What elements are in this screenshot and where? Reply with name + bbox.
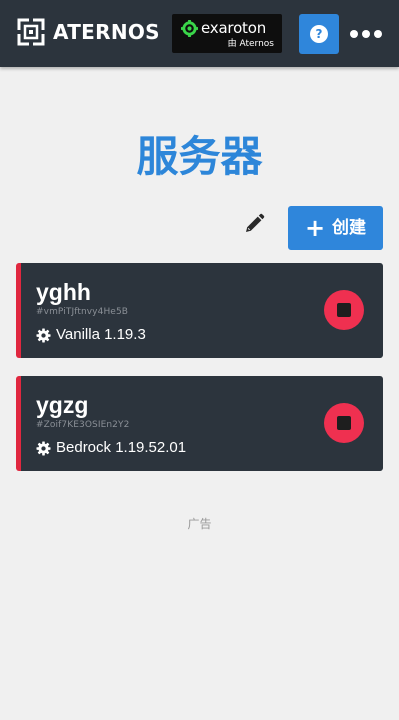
more-icon-dot — [362, 30, 370, 38]
create-label: 创建 — [332, 218, 367, 238]
more-icon-dot — [350, 30, 358, 38]
exaroton-partner-badge[interactable]: exaroton 由 Aternos — [172, 14, 282, 53]
create-server-button[interactable]: + 创建 — [288, 206, 383, 250]
exaroton-logo-icon — [181, 19, 198, 37]
pencil-icon — [246, 213, 265, 232]
server-name: ygzg — [36, 392, 89, 418]
gear-icon — [36, 440, 51, 456]
server-card[interactable]: ygzg #Zoif7KE3OSIEn2Y2 Bedrock 1.19.52.0… — [16, 376, 383, 471]
top-navigation-bar: ATERNOS exaroton 由 Aternos ? — [0, 0, 399, 67]
stop-server-button[interactable] — [324, 290, 364, 330]
server-name: yghh — [36, 279, 91, 305]
software-version: Bedrock 1.19.52.01 — [56, 439, 187, 456]
partner-subtitle: 由 Aternos — [227, 39, 274, 49]
server-software: Bedrock 1.19.52.01 — [36, 439, 186, 457]
help-button[interactable]: ? — [299, 14, 339, 54]
stop-server-button[interactable] — [324, 403, 364, 443]
server-software: Vanilla 1.19.3 — [36, 326, 146, 344]
aternos-logo[interactable]: ATERNOS — [17, 18, 160, 46]
partner-name: exaroton — [201, 19, 267, 37]
server-card[interactable]: yghh #vmPiTJftnvy4He5B Vanilla 1.19.3 — [16, 263, 383, 358]
plus-icon: + — [304, 214, 326, 242]
stop-icon — [337, 303, 351, 317]
server-id: #vmPiTJftnvy4He5B — [36, 307, 129, 317]
server-id: #Zoif7KE3OSIEn2Y2 — [36, 420, 130, 430]
edit-button[interactable] — [240, 210, 268, 238]
brand-name: ATERNOS — [53, 20, 160, 44]
page-title: 服务器 — [136, 132, 263, 181]
gear-icon — [36, 327, 51, 343]
aternos-logo-icon — [17, 18, 45, 46]
stop-icon — [337, 416, 351, 430]
more-icon-dot — [374, 30, 382, 38]
software-version: Vanilla 1.19.3 — [56, 326, 146, 343]
more-menu-button[interactable] — [346, 22, 386, 46]
question-icon: ? — [310, 25, 328, 43]
advertisement-label: 广告 — [187, 517, 212, 531]
